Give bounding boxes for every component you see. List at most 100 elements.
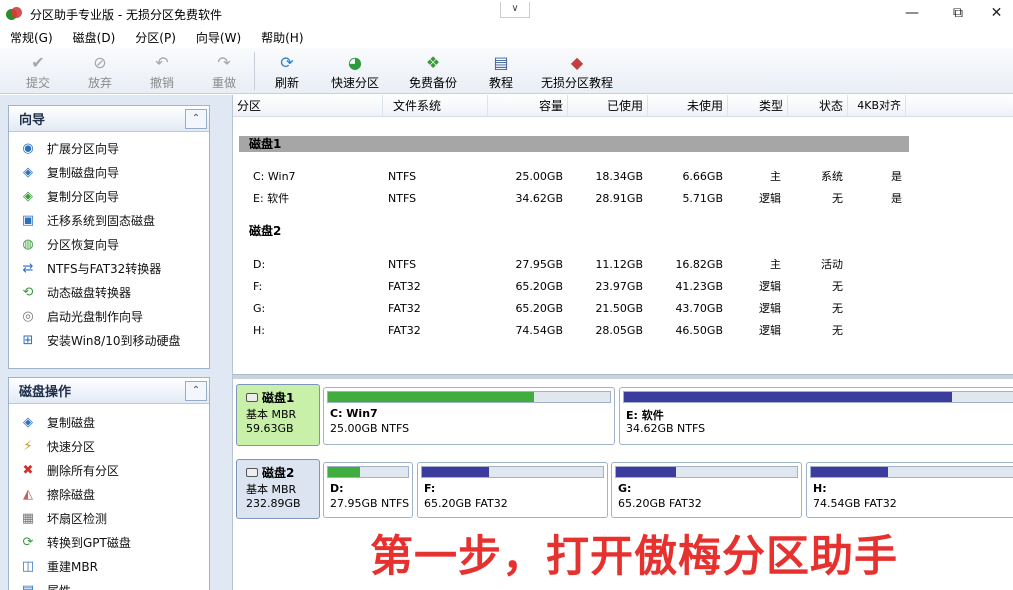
menu-help[interactable]: 帮助(H) [251,29,313,47]
wizard-extend-partition[interactable]: ◉ 扩展分区向导 [9,136,209,160]
quick-partition-icon: ◕ [348,52,362,72]
wizard-migrate-os[interactable]: ▣ 迁移系统到固态磁盘 [9,208,209,232]
col-status[interactable]: 状态 [788,95,848,117]
dynamic-disk-icon: ⟲ [22,284,34,300]
menu-disk[interactable]: 磁盘(D) [63,29,126,47]
redo-icon: ↷ [217,52,231,72]
wizard-copy-partition[interactable]: ◈ 复制分区向导 [9,184,209,208]
usage-bar [810,466,1013,478]
wizard-ntfs-fat32[interactable]: ⇄ NTFS与FAT32转换器 [9,256,209,280]
disk2-card[interactable]: 磁盘2 基本 MBR 232.89GB [236,459,320,519]
table-row[interactable]: G: FAT32 65.20GB 21.50GB 43.70GB 逻辑 无 [233,298,1013,320]
col-free[interactable]: 未使用 [648,95,728,117]
copy-disk-icon: ◈ [23,164,33,180]
col-partition[interactable]: 分区 [233,95,383,117]
usage-fill [328,467,360,477]
collapse-disk-ops-button[interactable]: ⌃ [185,380,207,401]
usage-bar [327,466,409,478]
col-capacity[interactable]: 容量 [488,95,568,117]
col-filesystem[interactable]: 文件系统 [383,95,488,117]
partition-g[interactable]: G: 65.20GB FAT32 [611,462,802,518]
bad-sector-icon: ▦ [21,510,35,526]
menu-wizard[interactable]: 向导(W) [186,29,251,47]
chevron-down-icon[interactable]: ∨ [500,2,530,18]
quick-partition-button[interactable]: ◕ 快速分区 [325,48,385,94]
table-row[interactable]: E: 软件 NTFS 34.62GB 28.91GB 5.71GB 逻辑 无 是 [233,188,1013,210]
collapse-wizard-button[interactable]: ⌃ [185,108,207,129]
lossless-tutorial-button[interactable]: ◆ 无损分区教程 [535,48,619,94]
copy-disk-icon: ◈ [23,414,33,430]
menu-general[interactable]: 常规(G) [0,29,63,47]
bootable-cd-icon: ◎ [22,308,34,324]
col-4k-align[interactable]: 4KB对齐 [848,95,906,117]
close-button[interactable]: ✕ [980,0,1013,28]
copy-partition-icon: ◈ [23,188,33,204]
usage-fill [624,392,952,402]
toolbar: ✔ 提交 ⊘ 放弃 ↶ 撤销 ↷ 重做 ⟳ 刷新 ◕ 快速分区 ❖ 免费备份 ▤… [0,48,1013,94]
op-copy-disk[interactable]: ◈ 复制磁盘 [9,410,209,434]
extend-partition-icon: ◉ [22,140,34,156]
usage-fill [616,467,676,477]
partition-d[interactable]: D: 27.95GB NTFS [323,462,413,518]
disk1-group-header[interactable]: 磁盘1 [239,136,909,152]
discard-button[interactable]: ⊘ 放弃 [80,48,120,94]
checkmark-icon: ✔ [31,52,45,72]
free-backup-button[interactable]: ❖ 免费备份 [403,48,463,94]
wizard-bootable-media[interactable]: ◎ 启动光盘制作向导 [9,304,209,328]
wizard-panel: 向导 ⌃ ◉ 扩展分区向导 ◈ 复制磁盘向导 ◈ 复制分区向导 ▣ 迁移系统到固态磁盘 … [8,105,210,369]
op-convert-gpt[interactable]: ⟳ 转换到GPT磁盘 [9,530,209,554]
op-delete-all-partitions[interactable]: ✖ 删除所有分区 [9,458,209,482]
undo-button[interactable]: ↶ 撤销 [142,48,182,94]
disk1-card[interactable]: 磁盘1 基本 MBR 59.63GB [236,384,320,446]
partition-h[interactable]: H: 74.54GB FAT32 [806,462,1013,518]
wizard-copy-disk[interactable]: ◈ 复制磁盘向导 [9,160,209,184]
refresh-button[interactable]: ⟳ 刷新 [265,48,309,94]
toolbar-separator [254,52,255,90]
convert-gpt-icon: ⟳ [22,534,34,550]
disk-operations-panel: 磁盘操作 ⌃ ◈ 复制磁盘 ⚡ 快速分区 ✖ 删除所有分区 ◭ 擦除磁盘 ▦ 坏扇区检测 … [8,377,210,590]
partition-f[interactable]: F: 65.20GB FAT32 [417,462,608,518]
usage-fill [422,467,489,477]
wizard-dynamic-disk[interactable]: ⟲ 动态磁盘转换器 [9,280,209,304]
tutorial-button[interactable]: ▤ 教程 [481,48,521,94]
backup-icon: ❖ [425,52,441,72]
table-row[interactable]: H: FAT32 74.54GB 28.05GB 46.50GB 逻辑 无 [233,320,1013,342]
redo-button[interactable]: ↷ 重做 [204,48,244,94]
partition-e[interactable]: E: 软件 34.62GB NTFS [619,387,1013,445]
op-rebuild-mbr[interactable]: ◫ 重建MBR [9,554,209,578]
hard-disk-icon [246,393,258,402]
title-bar: 分区助手专业版 - 无损分区免费软件 ∨ — ⧉ ✕ [0,0,1013,28]
rebuild-mbr-icon: ◫ [21,558,35,574]
windows-logo-icon: ⊞ [22,332,34,348]
wizard-windows-to-go[interactable]: ⊞ 安装Win8/10到移动硬盘 [9,328,209,352]
col-used[interactable]: 已使用 [568,95,648,117]
maximize-button[interactable]: ⧉ [935,0,981,28]
usage-fill [328,392,534,402]
table-row[interactable]: D: NTFS 27.95GB 11.12GB 16.82GB 主 活动 [233,254,1013,276]
table-row[interactable]: C: Win7 NTFS 25.00GB 18.34GB 6.66GB 主 系统… [233,166,1013,188]
quick-partition-icon: ⚡ [23,438,33,454]
op-wipe-disk[interactable]: ◭ 擦除磁盘 [9,482,209,506]
menu-bar: 常规(G) 磁盘(D) 分区(P) 向导(W) 帮助(H) [0,28,1013,48]
left-pane: 向导 ⌃ ◉ 扩展分区向导 ◈ 复制磁盘向导 ◈ 复制分区向导 ▣ 迁移系统到固态磁盘 … [0,95,232,590]
table-row[interactable]: F: FAT32 65.20GB 23.97GB 41.23GB 逻辑 无 [233,276,1013,298]
disk2-group-header[interactable]: 磁盘2 [239,223,909,239]
migrate-os-icon: ▣ [21,212,35,228]
wizard-partition-recovery[interactable]: ◍ 分区恢复向导 [9,232,209,256]
tutorial-icon: ▤ [493,52,509,72]
menu-partition[interactable]: 分区(P) [125,29,186,47]
submit-button[interactable]: ✔ 提交 [18,48,58,94]
col-type[interactable]: 类型 [728,95,788,117]
op-properties[interactable]: ▤属性 [9,578,209,590]
disk-operations-title: 磁盘操作 [19,385,72,400]
minimize-button[interactable]: — [889,0,935,28]
op-bad-sector-check[interactable]: ▦ 坏扇区检测 [9,506,209,530]
table-header: 分区 文件系统 容量 已使用 未使用 类型 状态 4KB对齐 [233,95,1013,117]
main-area: 分区 文件系统 容量 已使用 未使用 类型 状态 4KB对齐 磁盘1 C: Wi… [232,95,1013,590]
op-quick-partition[interactable]: ⚡ 快速分区 [9,434,209,458]
discard-icon: ⊘ [93,52,107,72]
usage-bar [327,391,611,403]
undo-icon: ↶ [155,52,169,72]
partition-c[interactable]: C: Win7 25.00GB NTFS [323,387,615,445]
partition-recovery-icon: ◍ [22,236,34,252]
